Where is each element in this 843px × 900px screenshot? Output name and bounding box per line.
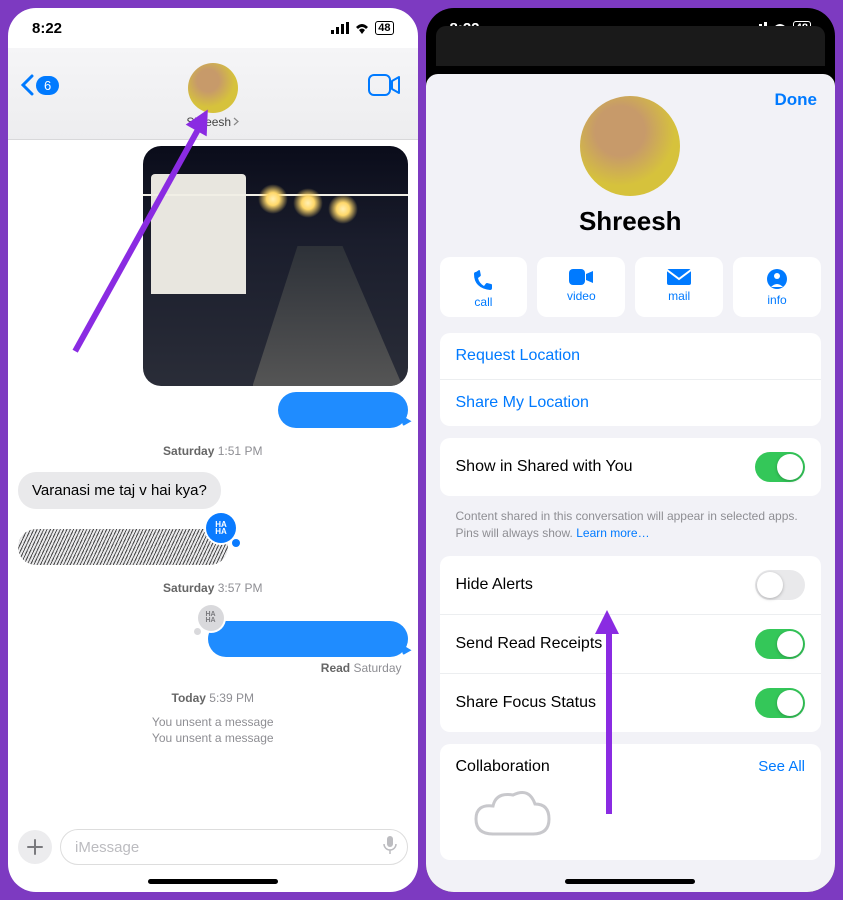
sent-image-message[interactable] (143, 146, 408, 386)
share-location-row[interactable]: Share My Location (440, 379, 822, 426)
status-bar: 8:22 48 (8, 8, 418, 48)
hide-alerts-row: Hide Alerts (440, 556, 822, 614)
learn-more-link[interactable]: Learn more… (576, 526, 649, 540)
sent-message-bubble[interactable]: HA HA (208, 621, 408, 657)
shared-with-you-toggle[interactable] (755, 452, 805, 482)
contact-sheet: Done Shreesh call video mail (426, 74, 836, 892)
read-receipts-row: Send Read Receipts (440, 614, 822, 673)
unsent-notice: You unsent a message (18, 731, 408, 745)
phone-icon (472, 269, 494, 291)
hide-alerts-toggle[interactable] (755, 570, 805, 600)
status-time: 8:22 (32, 20, 62, 37)
messages-conversation-screen: 8:22 48 6 Shreesh (8, 8, 418, 892)
shared-with-you-row: Show in Shared with You (440, 438, 822, 496)
contact-name-button[interactable]: Shreesh (186, 115, 239, 129)
video-icon (569, 269, 593, 285)
sent-message-bubble[interactable] (278, 392, 408, 428)
mail-action[interactable]: mail (635, 257, 723, 317)
video-icon (368, 74, 400, 96)
wifi-icon (354, 22, 370, 34)
conversation-header: 6 Shreesh (8, 48, 418, 140)
collaboration-title: Collaboration (456, 758, 550, 776)
shared-with-you-card: Show in Shared with You (440, 438, 822, 496)
haha-reaction-icon[interactable]: HA HA (198, 605, 224, 631)
quick-actions: call video mail info (426, 257, 836, 333)
call-action[interactable]: call (440, 257, 528, 317)
chevron-right-icon (233, 117, 239, 126)
contact-avatar[interactable] (188, 63, 238, 113)
facetime-button[interactable] (368, 74, 400, 101)
status-indicators: 48 (331, 21, 393, 35)
focus-status-row: Share Focus Status (440, 673, 822, 732)
person-icon (767, 269, 787, 289)
plus-icon (27, 839, 43, 855)
contact-name: Shreesh (442, 206, 820, 237)
dictate-button[interactable] (383, 835, 397, 859)
mic-icon (383, 835, 397, 855)
video-action[interactable]: video (537, 257, 625, 317)
compose-bar: iMessage (8, 823, 418, 879)
location-card: Request Location Share My Location (440, 333, 822, 426)
chat-body[interactable]: Saturday 1:51 PM Varanasi me taj v hai k… (8, 140, 418, 823)
contact-details-sheet-screen: 8:22 48 Done Shreesh call v (426, 8, 836, 892)
message-input[interactable]: iMessage (60, 829, 408, 865)
read-receipt: Read Saturday (18, 661, 402, 675)
background-card (436, 26, 826, 66)
cellular-icon (331, 22, 349, 34)
done-button[interactable]: Done (775, 90, 818, 110)
alerts-card: Hide Alerts Send Read Receipts Share Foc… (440, 556, 822, 732)
received-message-bubble[interactable]: Varanasi me taj v hai kya? (18, 472, 221, 509)
request-location-row[interactable]: Request Location (440, 333, 822, 379)
haha-reaction-icon[interactable]: HA HA (206, 513, 236, 543)
mail-icon (667, 269, 691, 285)
back-button[interactable]: 6 (20, 74, 59, 96)
home-indicator[interactable] (148, 879, 278, 884)
chevron-left-icon (20, 74, 34, 96)
focus-status-toggle[interactable] (755, 688, 805, 718)
timestamp: Today 5:39 PM (18, 691, 408, 705)
info-action[interactable]: info (733, 257, 821, 317)
collaboration-card: Collaboration See All (440, 744, 822, 860)
read-receipts-toggle[interactable] (755, 629, 805, 659)
timestamp: Saturday 3:57 PM (18, 581, 408, 595)
contact-avatar-large[interactable] (580, 96, 680, 196)
timestamp: Saturday 1:51 PM (18, 444, 408, 458)
see-all-button[interactable]: See All (758, 758, 805, 775)
received-message-redacted[interactable]: HA HA (18, 529, 228, 565)
unsent-notice: You unsent a message (18, 715, 408, 729)
battery-icon: 48 (375, 21, 393, 35)
shared-with-you-hint: Content shared in this conversation will… (426, 508, 836, 556)
attach-button[interactable] (18, 830, 52, 864)
unread-count-badge: 6 (36, 76, 59, 95)
cloud-icon (471, 789, 551, 839)
collaboration-item[interactable] (456, 784, 566, 844)
home-indicator[interactable] (565, 879, 695, 884)
